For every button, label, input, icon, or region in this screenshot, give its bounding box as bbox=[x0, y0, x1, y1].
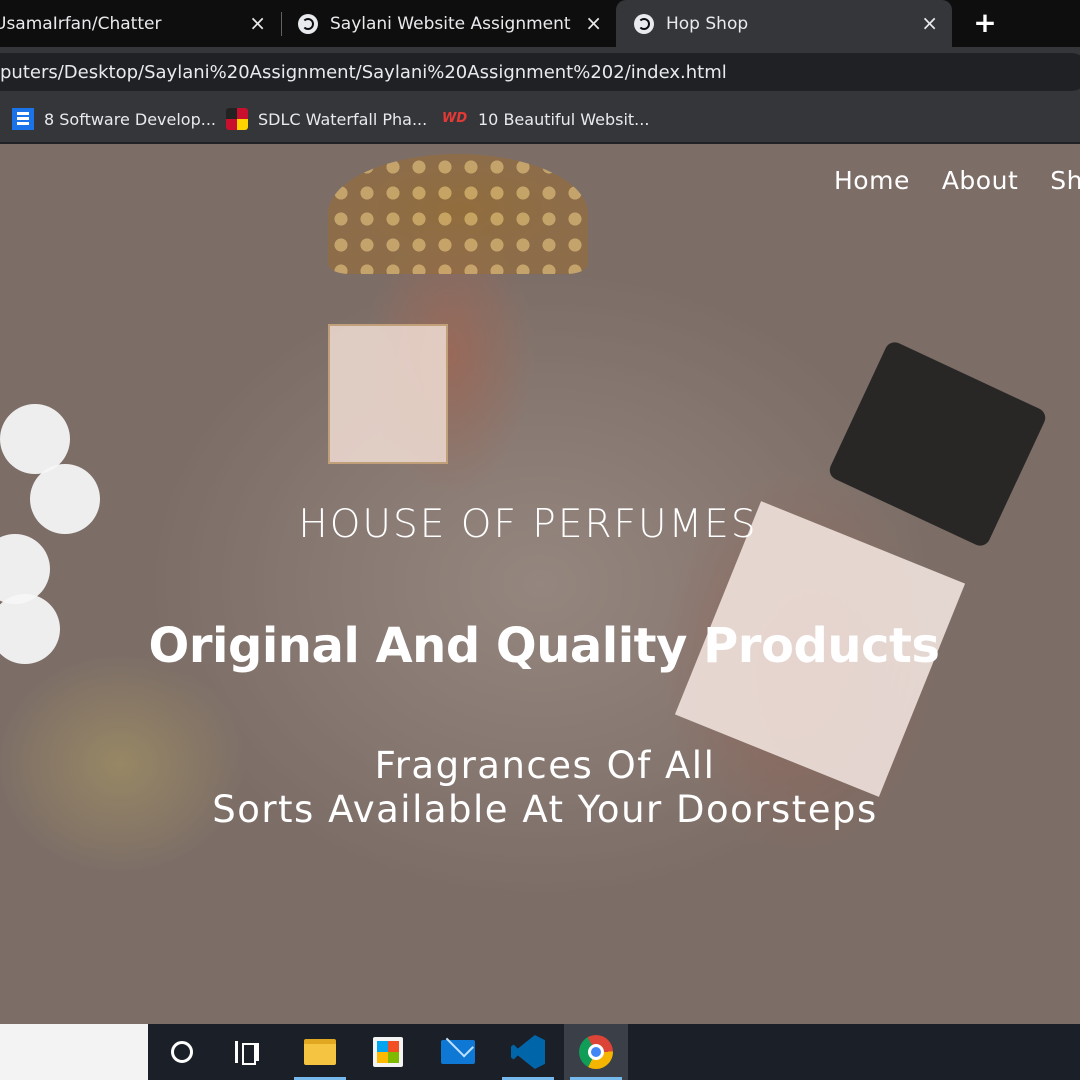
task-view-button[interactable] bbox=[216, 1024, 280, 1080]
url-text[interactable]: puters/Desktop/Saylani%20Assignment/Sayl… bbox=[0, 62, 727, 83]
cortana-icon bbox=[171, 1041, 193, 1063]
task-view-icon bbox=[235, 1041, 261, 1065]
chrome-button[interactable] bbox=[564, 1024, 628, 1080]
site-nav: Home About Shop bbox=[834, 166, 1080, 195]
tab-strip: UsamaIrfan/Chatter × Saylani Website Ass… bbox=[0, 0, 1080, 47]
store-icon bbox=[373, 1037, 403, 1067]
store-button[interactable] bbox=[356, 1024, 420, 1080]
hero-section: Home About Shop HOUSE OF PERFUMES Origin… bbox=[0, 144, 1080, 1024]
nav-shop[interactable]: Shop bbox=[1050, 166, 1080, 195]
browser-toolbar: puters/Desktop/Saylani%20Assignment/Sayl… bbox=[0, 47, 1080, 97]
bookmark-sdlc-waterfall[interactable]: SDLC Waterfall Pha... bbox=[226, 97, 427, 141]
maryland-flag-icon bbox=[226, 108, 248, 130]
bookmark-beautiful-websites[interactable]: WD 10 Beautiful Websit... bbox=[442, 97, 649, 141]
tab-saylani-assignment[interactable]: Saylani Website Assignment × bbox=[282, 0, 616, 47]
vscode-icon bbox=[511, 1035, 545, 1069]
new-tab-button[interactable]: + bbox=[970, 8, 1000, 38]
mail-icon bbox=[441, 1040, 475, 1064]
wd-logo-icon: WD bbox=[442, 111, 468, 126]
close-tab-icon[interactable]: × bbox=[249, 11, 266, 35]
cortana-button[interactable] bbox=[150, 1024, 214, 1080]
bookmark-label: 8 Software Develop... bbox=[44, 109, 217, 129]
bookmark-label: SDLC Waterfall Pha... bbox=[258, 109, 428, 129]
blue-list-icon bbox=[12, 108, 34, 130]
vscode-button[interactable] bbox=[496, 1024, 560, 1080]
globe-icon bbox=[298, 13, 318, 34]
hero-kicker: HOUSE OF PERFUMES bbox=[298, 502, 758, 547]
close-tab-icon[interactable]: × bbox=[585, 11, 602, 35]
perfume-label bbox=[328, 324, 448, 464]
hero-headline: Original And Quality Products bbox=[148, 618, 940, 674]
file-explorer-button[interactable] bbox=[288, 1024, 352, 1080]
hero-subtitle-line: Fragrances Of All bbox=[374, 744, 716, 787]
tab-title: UsamaIrfan/Chatter bbox=[0, 13, 162, 34]
globe-icon bbox=[634, 13, 654, 34]
perfume-bottle-cap-honeycomb bbox=[328, 154, 588, 274]
tab-title: Saylani Website Assignment bbox=[330, 13, 571, 34]
tab-title: Hop Shop bbox=[666, 13, 749, 34]
bookmark-label: 10 Beautiful Websit... bbox=[478, 109, 650, 129]
hero-subtitle: Fragrances Of All Sorts Available At You… bbox=[5, 744, 1080, 832]
nav-about[interactable]: About bbox=[942, 166, 1018, 195]
taskbar-search-box[interactable] bbox=[0, 1024, 148, 1080]
windows-taskbar bbox=[0, 1024, 1080, 1080]
file-explorer-icon bbox=[304, 1039, 336, 1065]
tab-chatter[interactable]: UsamaIrfan/Chatter × bbox=[0, 0, 280, 47]
chrome-icon bbox=[579, 1035, 613, 1069]
nav-home[interactable]: Home bbox=[834, 166, 910, 195]
bookmarks-bar: 8 Software Develop... SDLC Waterfall Pha… bbox=[0, 97, 1080, 143]
mail-button[interactable] bbox=[426, 1024, 490, 1080]
hero-subtitle-line: Sorts Available At Your Doorsteps bbox=[212, 788, 878, 831]
bookmark-software-develop[interactable]: 8 Software Develop... bbox=[12, 97, 216, 141]
tab-hop-shop[interactable]: Hop Shop × bbox=[616, 0, 952, 47]
close-tab-icon[interactable]: × bbox=[921, 11, 938, 35]
